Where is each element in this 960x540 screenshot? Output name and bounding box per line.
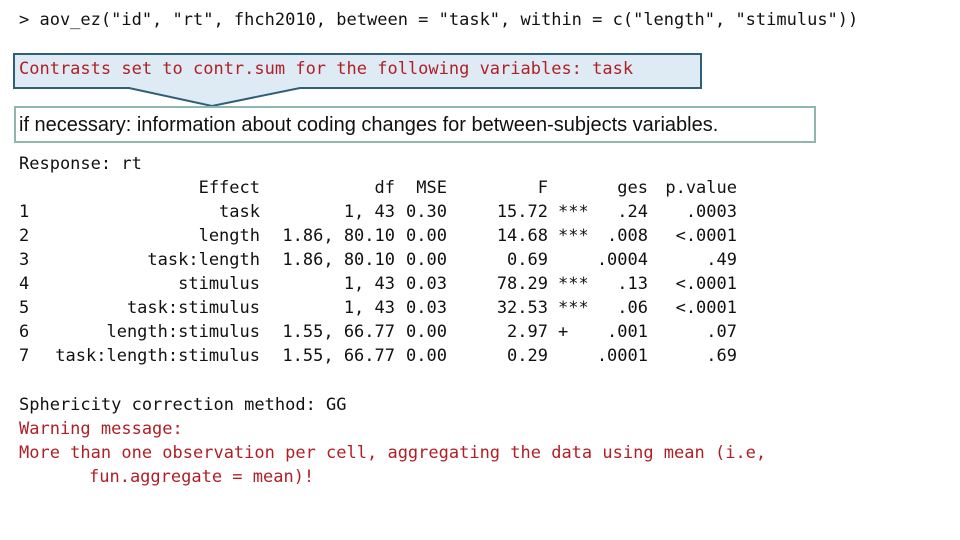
row-significance: ***	[558, 202, 589, 222]
row-ges: .0001	[596, 346, 648, 366]
row-f: 0.29	[507, 346, 548, 366]
row-significance	[548, 248, 583, 272]
row-significance: ***	[558, 226, 589, 246]
row-df: 1, 43	[343, 202, 395, 222]
row-p-value: <.0001	[675, 298, 737, 318]
row-index: 1	[19, 202, 30, 222]
row-mse: 0.00	[406, 250, 447, 270]
row-ges: .008	[607, 226, 648, 246]
table-row: 7 task:length:stimulus 1.55, 66.77 0.00 0.29…	[19, 344, 737, 368]
row-p-value: .07	[706, 322, 737, 342]
row-mse: 0.30	[406, 202, 447, 222]
row-df: 1.86, 80.10	[282, 250, 395, 270]
row-effect: task:length:stimulus	[55, 346, 260, 366]
row-f: 0.69	[507, 250, 548, 270]
row-significance: ***	[558, 274, 589, 294]
row-significance	[548, 344, 583, 368]
row-index: 6	[19, 322, 30, 342]
row-p-value: .0003	[685, 202, 737, 222]
row-mse: 0.03	[406, 298, 447, 318]
header-index	[19, 176, 37, 200]
header-effect: Effect	[198, 178, 260, 198]
row-effect: task:length	[147, 250, 260, 270]
warning-line-2: fun.aggregate = mean)!	[89, 467, 315, 487]
row-p-value: .69	[706, 346, 737, 366]
warning-line-1: More than one observation per cell, aggr…	[19, 443, 767, 463]
row-f: 2.97	[507, 322, 548, 342]
row-f: 32.53	[496, 298, 548, 318]
row-df: 1.55, 66.77	[282, 346, 395, 366]
row-mse: 0.00	[406, 346, 447, 366]
row-df: 1, 43	[343, 274, 395, 294]
row-index: 7	[19, 346, 30, 366]
header-sig	[548, 176, 583, 200]
row-mse: 0.03	[406, 274, 447, 294]
row-effect: length	[198, 226, 260, 246]
row-significance: ***	[558, 298, 589, 318]
anova-table: Effect df MSE F ges p.value 1 task 1, 43 0.…	[19, 176, 737, 368]
table-row: 6 length:stimulus 1.55, 66.77 0.00 2.97 + .001…	[19, 320, 737, 344]
row-effect: stimulus	[178, 274, 260, 294]
row-ges: .001	[607, 322, 648, 342]
row-index: 4	[19, 274, 30, 294]
row-index: 5	[19, 298, 30, 318]
row-f: 78.29	[496, 274, 548, 294]
table-row: 4 stimulus 1, 43 0.03 78.29 *** .13 <.0001	[19, 272, 737, 296]
table-header: Effect df MSE F ges p.value	[19, 176, 737, 200]
row-df: 1.86, 80.10	[282, 226, 395, 246]
sphericity-line: Sphericity correction method: GG	[19, 395, 347, 415]
warning-title: Warning message:	[19, 419, 183, 439]
contrasts-message: Contrasts set to contr.sum for the follo…	[19, 59, 634, 79]
header-mse: MSE	[416, 178, 447, 198]
row-mse: 0.00	[406, 322, 447, 342]
table-row: 1 task 1, 43 0.30 15.72 *** .24 .0003	[19, 200, 737, 224]
table-row: 2 length 1.86, 80.10 0.00 14.68 *** .008 <.0001	[19, 224, 737, 248]
row-df: 1.55, 66.77	[282, 322, 395, 342]
row-mse: 0.00	[406, 226, 447, 246]
header-f: F	[537, 178, 548, 198]
annotation-text: if necessary: information about coding c…	[19, 114, 719, 136]
header-p-value: p.value	[665, 178, 737, 198]
row-effect: task:stimulus	[126, 298, 260, 318]
row-effect: task	[219, 202, 260, 222]
row-effect: length:stimulus	[106, 322, 260, 342]
row-f: 15.72	[496, 202, 548, 222]
row-f: 14.68	[496, 226, 548, 246]
table-row: 5 task:stimulus 1, 43 0.03 32.53 *** .06 <.0001	[19, 296, 737, 320]
row-ges: .24	[617, 202, 648, 222]
row-df: 1, 43	[343, 298, 395, 318]
row-significance: +	[558, 322, 569, 342]
row-p-value: .49	[706, 250, 737, 270]
row-ges: .06	[617, 298, 648, 318]
row-p-value: <.0001	[675, 274, 737, 294]
row-p-value: <.0001	[675, 226, 737, 246]
row-ges: .0004	[596, 250, 648, 270]
header-ges: ges	[617, 178, 648, 198]
table-row: 3 task:length 1.86, 80.10 0.00 0.69 .0004 .49	[19, 248, 737, 272]
response-line: Response: rt	[19, 154, 142, 174]
row-ges: .13	[617, 274, 648, 294]
header-df: df	[374, 178, 395, 198]
row-index: 2	[19, 226, 30, 246]
row-index: 3	[19, 250, 30, 270]
